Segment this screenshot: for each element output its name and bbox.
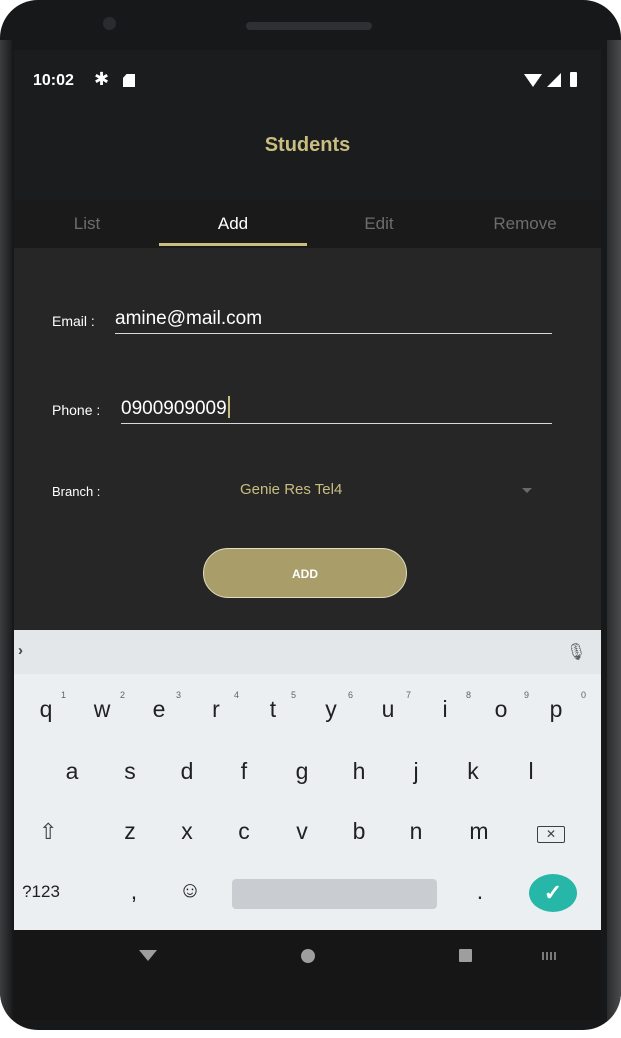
keyboard-switch-icon[interactable]	[542, 952, 558, 960]
space-bar[interactable]	[232, 879, 437, 909]
key-v[interactable]: v	[277, 818, 327, 845]
key-hint-0: 0	[581, 690, 587, 700]
backspace-icon[interactable]: ✕	[537, 826, 565, 843]
mic-icon[interactable]: 🎙	[566, 642, 586, 662]
page-title: Students	[264, 134, 351, 156]
key-x[interactable]: x	[162, 818, 212, 845]
key-o[interactable]: o	[476, 696, 526, 723]
text-cursor	[227, 396, 230, 418]
phone-field[interactable]: 0900909009	[121, 396, 552, 424]
key-y[interactable]: y	[306, 696, 356, 723]
key-r[interactable]: r	[191, 696, 241, 723]
key-p[interactable]: p	[531, 696, 581, 723]
key-l[interactable]: l	[506, 758, 556, 785]
emoji-icon[interactable]: ☺	[165, 877, 215, 903]
key-hint-4: 4	[234, 690, 240, 700]
wifi-icon	[524, 74, 542, 87]
phone-edge-left	[0, 40, 12, 1030]
key-m[interactable]: m	[454, 818, 504, 845]
enter-check-icon[interactable]: ✓	[529, 874, 577, 912]
phone-label: Phone :	[52, 402, 101, 418]
key-i[interactable]: i	[420, 696, 470, 723]
phone-edge-right	[607, 40, 621, 1030]
tab-add[interactable]: Add	[160, 200, 306, 248]
tab-bar: List Add Edit Remove	[14, 200, 601, 248]
key-j[interactable]: j	[391, 758, 441, 785]
branch-label: Branch :	[52, 484, 101, 499]
key-hint-1: 1	[61, 690, 67, 700]
dropdown-caret-icon[interactable]	[522, 488, 532, 493]
suggestion-strip: › 🎙	[14, 630, 601, 674]
email-label: Email :	[52, 313, 95, 329]
settings-icon: ✱	[94, 69, 110, 89]
home-icon[interactable]	[301, 949, 315, 963]
key-hint-2: 2	[120, 690, 126, 700]
key-k[interactable]: k	[448, 758, 498, 785]
email-field[interactable]: amine@mail.com	[115, 308, 552, 334]
tab-indicator	[159, 243, 307, 246]
branch-dropdown[interactable]: Genie Res Tel4	[240, 481, 342, 498]
symbols-key[interactable]: ?123	[16, 882, 66, 902]
key-hint-8: 8	[466, 690, 472, 700]
key-u[interactable]: u	[363, 696, 413, 723]
key-n[interactable]: n	[391, 818, 441, 845]
key-a[interactable]: a	[47, 758, 97, 785]
key-b[interactable]: b	[334, 818, 384, 845]
tab-remove[interactable]: Remove	[452, 200, 598, 248]
tab-edit[interactable]: Edit	[306, 200, 452, 248]
battery-icon	[570, 72, 577, 87]
key-hint-6: 6	[348, 690, 354, 700]
key-q[interactable]: q	[21, 696, 71, 723]
key-t[interactable]: t	[248, 696, 298, 723]
period-key[interactable]: .	[455, 878, 505, 905]
key-e[interactable]: e	[134, 696, 184, 723]
sd-card-icon	[123, 74, 135, 87]
key-hint-3: 3	[176, 690, 182, 700]
chevron-right-icon[interactable]: ›	[18, 642, 23, 659]
recents-icon[interactable]	[459, 949, 472, 962]
student-form: Email : amine@mail.com Phone : 090090900…	[14, 248, 601, 630]
key-c[interactable]: c	[219, 818, 269, 845]
phone-frame: 10:02 ✱ Students List Add Edit Remove Em…	[0, 0, 621, 1030]
navigation-bar	[14, 930, 601, 1020]
comma-key[interactable]: ,	[109, 878, 159, 905]
add-button[interactable]: ADD	[203, 548, 407, 598]
tab-list[interactable]: List	[14, 200, 160, 248]
front-camera	[103, 17, 116, 30]
key-hint-5: 5	[291, 690, 297, 700]
key-z[interactable]: z	[105, 818, 155, 845]
shift-icon[interactable]: ⇧	[39, 819, 57, 845]
screen: 10:02 ✱ Students List Add Edit Remove Em…	[14, 50, 601, 1020]
key-g[interactable]: g	[277, 758, 327, 785]
signal-icon	[547, 73, 561, 87]
key-s[interactable]: s	[105, 758, 155, 785]
phone-value: 0900909009	[121, 398, 227, 419]
key-h[interactable]: h	[334, 758, 384, 785]
soft-keyboard: › 🎙 q 1 w 2 e 3 r 4 t 5 y 6 u 7 i 8 o 9 …	[14, 630, 601, 930]
key-f[interactable]: f	[219, 758, 269, 785]
key-d[interactable]: d	[162, 758, 212, 785]
key-hint-7: 7	[406, 690, 412, 700]
email-value: amine@mail.com	[115, 308, 263, 329]
back-icon[interactable]	[139, 950, 157, 961]
key-hint-9: 9	[524, 690, 530, 700]
status-time: 10:02	[33, 72, 74, 89]
key-w[interactable]: w	[77, 696, 127, 723]
status-bar: 10:02 ✱	[14, 50, 601, 110]
earpiece-speaker	[246, 22, 372, 30]
